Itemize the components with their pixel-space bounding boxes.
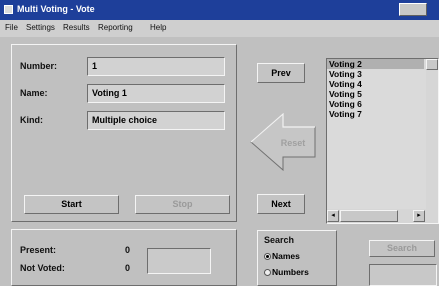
prev-button[interactable]: Prev: [257, 63, 305, 83]
name-field[interactable]: Voting 1: [87, 84, 225, 103]
list-item[interactable]: Voting 6: [327, 99, 424, 109]
search-title: Search: [264, 235, 295, 245]
details-panel: Number: 1 Name: Voting 1 Kind: Multiple …: [11, 44, 237, 222]
list-item[interactable]: Voting 5: [327, 89, 424, 99]
radio-numbers-dot[interactable]: [264, 269, 271, 277]
not-voted-label: Not Voted:: [20, 263, 65, 273]
radio-numbers[interactable]: Numbers: [264, 267, 309, 277]
stop-button[interactable]: Stop: [135, 195, 230, 214]
menu-help[interactable]: Help: [150, 23, 166, 32]
search-button[interactable]: Search: [369, 240, 435, 257]
list-item[interactable]: Voting 2: [327, 59, 424, 69]
next-button[interactable]: Next: [257, 194, 305, 214]
menu-results[interactable]: Results: [63, 23, 90, 32]
search-group: Search Names Numbers: [257, 230, 337, 286]
search-input[interactable]: [369, 264, 437, 286]
number-label: Number:: [20, 61, 58, 71]
votings-list: Voting 2 Voting 3 Voting 4 Voting 5 Voting 6…: [327, 59, 438, 119]
menu-bar: File Settings Results Reporting Help: [0, 20, 439, 37]
window-title: Multi Voting - Vote: [17, 4, 95, 14]
not-voted-value: 0: [125, 263, 131, 273]
radio-names-label: Names: [272, 251, 300, 261]
scroll-right-button[interactable]: ▸: [413, 210, 425, 222]
radio-numbers-label: Numbers: [272, 267, 309, 277]
reset-arrow-icon[interactable]: Reset: [249, 113, 321, 171]
counter-display: [147, 248, 211, 274]
stats-panel: Present: 0 Not Voted: 0: [11, 229, 237, 286]
name-label: Name:: [20, 88, 48, 98]
start-button[interactable]: Start: [24, 195, 119, 214]
vertical-scrollbar[interactable]: [426, 59, 438, 209]
reset-label: Reset: [281, 138, 306, 148]
horizontal-scrollbar[interactable]: ◂ ▸: [327, 209, 438, 223]
kind-field[interactable]: Multiple choice: [87, 111, 225, 130]
votings-listbox[interactable]: Voting 2 Voting 3 Voting 4 Voting 5 Voting 6…: [326, 58, 439, 224]
radio-names[interactable]: Names: [264, 251, 300, 261]
number-field[interactable]: 1: [87, 57, 225, 76]
menu-reporting[interactable]: Reporting: [98, 23, 133, 32]
kind-label: Kind:: [20, 115, 43, 125]
menu-settings[interactable]: Settings: [26, 23, 55, 32]
app-icon: [4, 5, 13, 14]
radio-names-dot[interactable]: [264, 253, 271, 261]
scroll-thumb[interactable]: [340, 210, 398, 222]
scroll-up-button[interactable]: [426, 59, 438, 70]
present-label: Present:: [20, 245, 57, 255]
scroll-left-button[interactable]: ◂: [327, 210, 339, 222]
list-item[interactable]: Voting 7: [327, 109, 424, 119]
close-button[interactable]: [399, 3, 427, 16]
list-item[interactable]: Voting 3: [327, 69, 424, 79]
menu-file[interactable]: File: [5, 23, 18, 32]
present-value: 0: [125, 245, 131, 255]
title-bar: Multi Voting - Vote: [0, 0, 439, 20]
list-item[interactable]: Voting 4: [327, 79, 424, 89]
